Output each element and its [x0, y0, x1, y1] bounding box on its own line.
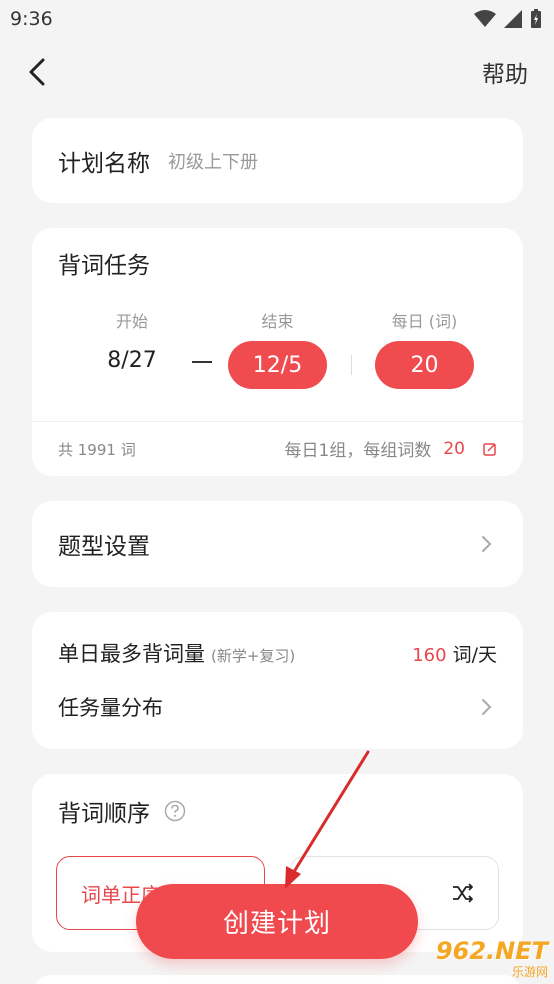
signal-icon [504, 10, 522, 28]
edit-icon[interactable] [483, 442, 497, 456]
date-range-dash [192, 352, 214, 372]
chevron-right-icon [481, 698, 493, 716]
question-type-label: 题型设置 [58, 534, 150, 560]
plan-name-input[interactable]: 初级上下册 [168, 148, 258, 174]
help-link[interactable]: 帮助 [482, 55, 528, 89]
daily-limit-card: 单日最多背词量 (新学+复习) 160 词/天 任务量分布 [32, 612, 523, 749]
battery-icon [531, 9, 541, 28]
daily-count-button[interactable]: 20 [375, 341, 474, 389]
task-card: 背词任务 开始 结束 每日 (词) 8/27 12/5 20 共 1991 词 … [32, 228, 523, 476]
order-title-row: 背词顺序 [58, 794, 186, 828]
wifi-icon [474, 10, 496, 27]
watermark-main: 962.NET [435, 936, 548, 965]
plan-name-card: 计划名称 初级上下册 [32, 118, 523, 203]
back-button[interactable] [28, 52, 58, 92]
order-title: 背词顺序 [58, 801, 150, 827]
help-circle-icon[interactable] [164, 800, 186, 822]
daily-limit-unit: 词/天 [452, 644, 497, 666]
shuffle-icon [453, 883, 473, 903]
daily-limit-value: 160 [412, 645, 447, 666]
status-icons [474, 9, 542, 29]
column-divider [351, 355, 352, 375]
watermark-sub: 乐游网 [511, 964, 548, 979]
group-info: 每日1组，每组词数 20 [285, 436, 497, 461]
watermark-logo: 962.NET 乐游网 [418, 934, 548, 982]
distribution-row[interactable]: 任务量分布 [58, 692, 493, 722]
task-divider [32, 421, 523, 422]
daily-limit-row[interactable]: 单日最多背词量 (新学+复习) 160 词/天 [58, 638, 497, 668]
total-words: 共 1991 词 [58, 441, 136, 459]
distribution-label: 任务量分布 [58, 696, 163, 720]
end-date-button[interactable]: 12/5 [228, 341, 327, 389]
start-label: 开始 [115, 312, 148, 331]
group-count: 20 [443, 438, 465, 459]
chevron-left-icon [29, 58, 45, 86]
status-bar: 9:36 [0, 0, 554, 38]
create-plan-button[interactable]: 创建计划 [136, 884, 418, 959]
group-text: 每日1组，每组词数 [284, 441, 432, 461]
plan-name-label: 计划名称 [58, 150, 150, 177]
end-label: 结束 [261, 312, 294, 331]
daily-limit-sublabel: (新学+复习) [211, 647, 296, 665]
task-title: 背词任务 [58, 253, 150, 279]
start-date[interactable]: 8/27 [102, 348, 162, 373]
daily-label: 每日 (词) [391, 312, 458, 331]
nav-bar: 帮助 [0, 44, 554, 100]
question-type-row[interactable]: 题型设置 [32, 501, 523, 587]
daily-limit-label: 单日最多背词量 [58, 642, 205, 666]
chevron-right-icon [481, 535, 493, 553]
status-time: 9:36 [10, 8, 53, 30]
